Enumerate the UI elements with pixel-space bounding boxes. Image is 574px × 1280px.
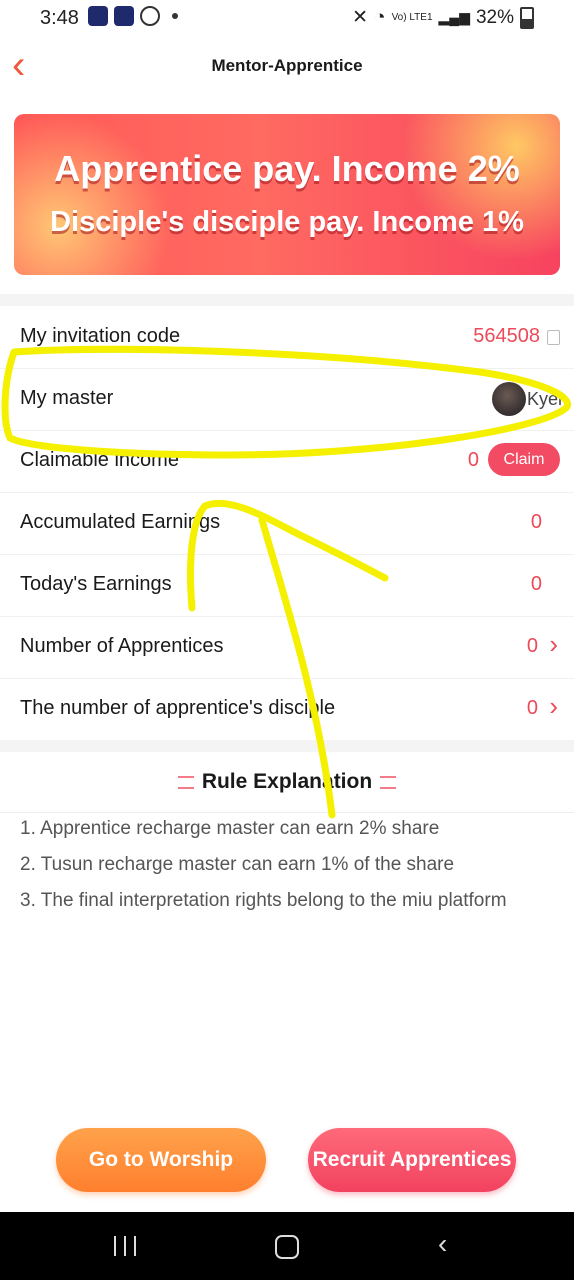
todays-earnings-label: Today's Earnings xyxy=(20,573,172,595)
todays-earnings-row: Today's Earnings 0 xyxy=(0,554,574,617)
claimable-income-label: Claimable income xyxy=(20,449,179,471)
rules-title-decoration xyxy=(177,775,194,789)
system-nav-bar: ‹ xyxy=(0,1212,574,1280)
recent-apps-icon[interactable] xyxy=(114,1236,136,1256)
more-notifications-icon xyxy=(172,13,178,19)
gallery-icon xyxy=(114,6,134,26)
battery-percent: 32% xyxy=(475,6,514,28)
apprentices-value: 0 xyxy=(526,635,538,657)
invitation-code-label: My invitation code xyxy=(20,325,181,347)
home-icon[interactable] xyxy=(275,1235,299,1259)
viber-icon xyxy=(140,6,160,26)
wifi-icon: ◔ xyxy=(374,6,386,28)
rule-item: 1. Apprentice recharge master can earn 2… xyxy=(20,818,440,839)
back-icon[interactable]: ‹ xyxy=(438,1230,447,1258)
invitation-code-row: My invitation code 564508 xyxy=(0,306,574,369)
accumulated-earnings-label: Accumulated Earnings xyxy=(20,511,221,533)
invitation-code-value: 564508 xyxy=(473,325,540,347)
banner-line-2: Disciple's disciple pay. Income 1% xyxy=(50,206,524,238)
rule-item: 3. The final interpretation rights belon… xyxy=(20,890,507,911)
go-to-worship-button[interactable]: Go to Worship xyxy=(56,1128,266,1192)
battery-icon xyxy=(520,6,534,29)
network-label: Vo) LTE1 xyxy=(391,11,433,23)
claimable-income-row: Claimable income 0 Claim xyxy=(0,430,574,493)
signal-icon: ▂▄▆ xyxy=(438,9,470,25)
rule-item: 2. Tusun recharge master can earn 1% of … xyxy=(20,854,455,875)
disciples-value: 0 xyxy=(526,697,538,719)
app-notification-icon xyxy=(88,6,108,26)
disciples-row[interactable]: The number of apprentice's disciple 0 › xyxy=(0,678,574,740)
status-time: 3:48 xyxy=(40,7,79,29)
master-name: Kyel xyxy=(526,389,562,409)
rules-title-text: Rule Explanation xyxy=(201,770,373,793)
avatar xyxy=(492,382,526,416)
recruit-apprentices-button[interactable]: Recruit Apprentices xyxy=(308,1128,516,1192)
claimable-income-value: 0 xyxy=(467,449,479,471)
page-title: Mentor-Apprentice xyxy=(211,56,363,75)
apprentices-row[interactable]: Number of Apprentices 0 › xyxy=(0,616,574,679)
promo-banner: Apprentice pay. Income 2% Disciple's dis… xyxy=(14,114,560,275)
header: ‹ Mentor-Apprentice xyxy=(0,40,574,94)
todays-earnings-value: 0 xyxy=(530,573,542,595)
disciples-label: The number of apprentice's disciple xyxy=(20,697,336,719)
accumulated-earnings-value: 0 xyxy=(530,511,542,533)
chevron-right-icon: › xyxy=(549,691,558,721)
claim-button[interactable]: Claim xyxy=(488,443,560,476)
my-master-row[interactable]: My master Kyel xyxy=(0,368,574,431)
copy-icon[interactable] xyxy=(547,330,560,345)
section-divider xyxy=(0,740,574,752)
banner-line-1: Apprentice pay. Income 2% xyxy=(54,148,520,189)
status-bar: 3:48 ✕ ◔ Vo) LTE1 ▂▄▆ 32% xyxy=(0,0,574,36)
apprentices-label: Number of Apprentices xyxy=(20,635,224,657)
my-master-label: My master xyxy=(20,387,114,409)
accumulated-earnings-row: Accumulated Earnings 0 xyxy=(0,492,574,555)
rules-title-decoration xyxy=(380,775,397,789)
rules-divider xyxy=(0,812,574,813)
chevron-right-icon: › xyxy=(549,629,558,659)
rules-title: Rule Explanation xyxy=(0,770,574,794)
section-divider xyxy=(0,294,574,306)
status-right: ✕ ◔ Vo) LTE1 ▂▄▆ 32% xyxy=(352,6,534,29)
notification-icons xyxy=(88,6,178,26)
mute-icon: ✕ xyxy=(352,7,369,28)
